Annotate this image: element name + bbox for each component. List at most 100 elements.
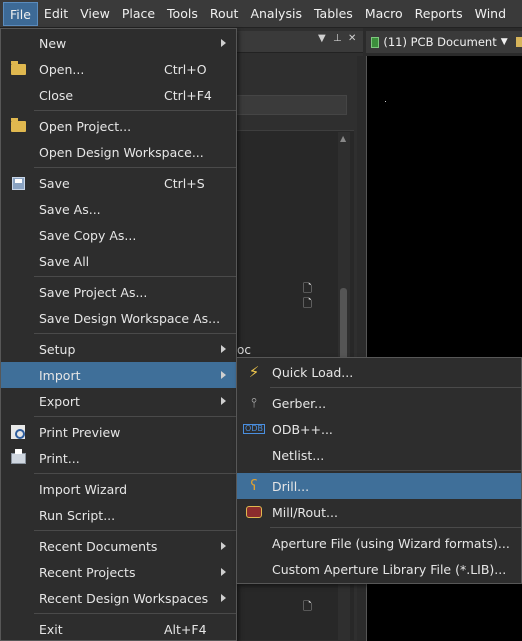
menu-item-recent-design-workspaces[interactable]: Recent Design Workspaces: [1, 585, 236, 611]
document-tab-title: (11) PCB Document: [383, 35, 497, 49]
menu-item-recent-documents[interactable]: Recent Documents: [1, 533, 236, 559]
document-tab[interactable]: (11) PCB Document ▼: [366, 31, 522, 53]
menu-item-mill-rout[interactable]: Mill/Rout...: [237, 499, 521, 525]
menu-item-label: Save: [39, 175, 70, 191]
menu-separator: [34, 416, 236, 417]
submenu-arrow-icon: [221, 542, 226, 550]
menu-item-label: Export: [39, 393, 80, 409]
menu-item-quick-load[interactable]: ⚡ Quick Load...: [237, 359, 521, 385]
menu-separator: [270, 527, 521, 528]
lightning-bolt-icon: ⚡: [248, 362, 260, 381]
import-submenu: ⚡ Quick Load... ⫯ Gerber... ODB ODB++...…: [236, 357, 522, 584]
floppy-disk-icon: [9, 174, 27, 192]
menu-item-label: Drill...: [272, 478, 310, 494]
menu-separator: [34, 613, 236, 614]
canvas-origin-marker: [385, 101, 386, 102]
menu-analysis[interactable]: Analysis: [244, 0, 308, 28]
menu-separator: [34, 530, 236, 531]
menu-item-save-copy-as[interactable]: Save Copy As...: [1, 222, 236, 248]
menu-item-aperture-file[interactable]: Aperture File (using Wizard formats)...: [237, 530, 521, 556]
menu-reports[interactable]: Reports: [409, 0, 469, 28]
menu-item-import-wizard[interactable]: Import Wizard: [1, 476, 236, 502]
menu-item-export[interactable]: Export: [1, 388, 236, 414]
menu-item-label: Save Design Workspace As...: [39, 310, 221, 326]
shortcut-label: Ctrl+O: [164, 61, 207, 77]
submenu-arrow-icon: [221, 345, 226, 353]
menu-item-label: Open Design Workspace...: [39, 144, 204, 160]
menu-item-drill[interactable]: ʕ Drill...: [237, 473, 521, 499]
tree-item-partial: oc: [237, 343, 251, 357]
menu-item-save-project-as[interactable]: Save Project As...: [1, 279, 236, 305]
menu-item-label: Save As...: [39, 201, 101, 217]
menu-item-import[interactable]: Import: [1, 362, 236, 388]
submenu-arrow-icon: [221, 39, 226, 47]
menu-item-label: Print...: [39, 450, 80, 466]
menu-item-setup[interactable]: Setup: [1, 336, 236, 362]
menu-separator: [270, 470, 521, 471]
menu-item-label: Save Copy As...: [39, 227, 137, 243]
menu-item-open-project[interactable]: Open Project...: [1, 113, 236, 139]
menu-separator: [34, 473, 236, 474]
file-menu: New Open... Ctrl+O Close Ctrl+F4 Open Pr…: [0, 28, 237, 641]
menu-tables[interactable]: Tables: [308, 0, 359, 28]
menu-bar: File Edit View Place Tools Rout Analysis…: [0, 0, 522, 28]
drill-icon: ʕ: [250, 478, 258, 494]
mill-rout-icon: [245, 503, 263, 521]
panel-search-input[interactable]: [237, 95, 347, 115]
print-preview-icon: [9, 423, 27, 441]
menu-item-recent-projects[interactable]: Recent Projects: [1, 559, 236, 585]
menu-tools[interactable]: Tools: [161, 0, 204, 28]
menu-file[interactable]: File: [3, 1, 38, 26]
close-icon[interactable]: ✕: [348, 33, 356, 44]
menu-item-save[interactable]: Save Ctrl+S: [1, 170, 236, 196]
menu-item-netlist[interactable]: Netlist...: [237, 442, 521, 468]
panel-menu-icon[interactable]: ▼: [318, 33, 326, 44]
pin-icon[interactable]: ⊥: [333, 33, 342, 44]
menu-item-label: Custom Aperture Library File (*.LIB)...: [272, 561, 507, 577]
menu-item-label: Recent Documents: [39, 538, 158, 554]
menu-edit[interactable]: Edit: [38, 0, 74, 28]
pcb-document-icon: [371, 36, 380, 48]
menu-item-label: Open Project...: [39, 118, 132, 134]
menu-item-gerber[interactable]: ⫯ Gerber...: [237, 390, 521, 416]
menu-item-custom-aperture-library[interactable]: Custom Aperture Library File (*.LIB)...: [237, 556, 521, 582]
menu-item-run-script[interactable]: Run Script...: [1, 502, 236, 528]
printer-icon: [9, 448, 27, 467]
menu-item-open[interactable]: Open... Ctrl+O: [1, 56, 236, 82]
menu-item-save-design-workspace-as[interactable]: Save Design Workspace As...: [1, 305, 236, 331]
menu-separator: [34, 333, 236, 334]
scroll-up-icon[interactable]: ▲: [340, 134, 346, 143]
menu-item-exit[interactable]: Exit Alt+F4: [1, 616, 236, 641]
menu-place[interactable]: Place: [116, 0, 161, 28]
menu-item-label: Save All: [39, 253, 90, 269]
submenu-arrow-icon: [221, 568, 226, 576]
menu-item-odb[interactable]: ODB ODB++...: [237, 416, 521, 442]
menu-item-open-design-workspace[interactable]: Open Design Workspace...: [1, 139, 236, 165]
menu-item-print[interactable]: Print...: [1, 445, 236, 471]
menu-item-save-all[interactable]: Save All: [1, 248, 236, 274]
menu-item-print-preview[interactable]: Print Preview: [1, 419, 236, 445]
menu-item-label: Gerber...: [272, 395, 327, 411]
menu-separator: [34, 110, 236, 111]
open-project-icon: [9, 117, 27, 135]
chevron-down-icon[interactable]: ▼: [501, 37, 508, 47]
menu-macro[interactable]: Macro: [359, 0, 409, 28]
menu-window[interactable]: Wind: [469, 0, 512, 28]
folder-icon: [515, 37, 522, 47]
menu-separator: [270, 387, 521, 388]
menu-rout[interactable]: Rout: [204, 0, 245, 28]
open-folder-icon: [9, 60, 27, 78]
document-icon: 🗋: [303, 297, 312, 310]
menu-item-label: ODB++...: [272, 421, 333, 437]
menu-item-close[interactable]: Close Ctrl+F4: [1, 82, 236, 108]
menu-item-label: Setup: [39, 341, 76, 357]
menu-item-label: Save Project As...: [39, 284, 148, 300]
menu-separator: [34, 276, 236, 277]
panel-titlebar: [237, 31, 363, 53]
shortcut-label: Ctrl+F4: [164, 87, 212, 103]
menu-item-save-as[interactable]: Save As...: [1, 196, 236, 222]
menu-item-label: Recent Design Workspaces: [39, 590, 209, 606]
menu-item-label: Mill/Rout...: [272, 504, 338, 520]
menu-view[interactable]: View: [74, 0, 116, 28]
menu-item-new[interactable]: New: [1, 30, 236, 56]
